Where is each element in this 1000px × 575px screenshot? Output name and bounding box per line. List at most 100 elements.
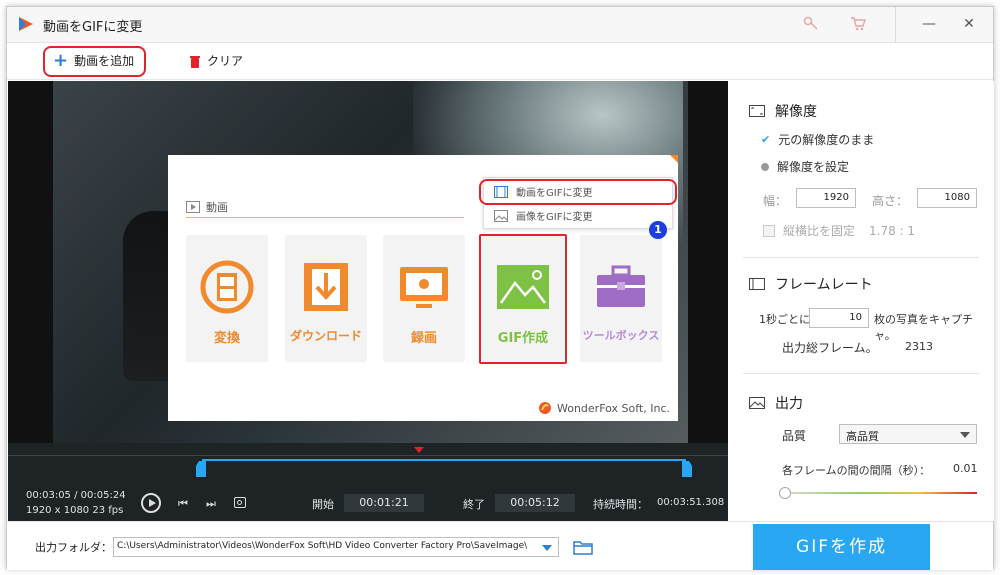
quality-value: 高品質	[846, 430, 879, 443]
corner-tab	[670, 155, 678, 163]
height-label: 高さ：	[872, 194, 909, 208]
section-divider	[186, 217, 464, 218]
minimize-button[interactable]: —	[914, 13, 944, 35]
check-icon: ✔	[761, 133, 771, 146]
main-menu-panel: 動画 変換 ダウンロード 録画 GIF作成 ツールボックス 動画をGIFに変更 …	[168, 155, 678, 421]
keep-original-option[interactable]: ✔ 元の解像度のまま	[761, 131, 874, 148]
quality-select[interactable]: 高品質	[839, 424, 977, 444]
trash-icon	[190, 55, 200, 68]
clear-button[interactable]: クリア	[189, 52, 243, 69]
duration-value: 00:03:51.308	[657, 497, 725, 508]
bottom-bar: 出力フォルダ： C:\Users\Administrator\Videos\Wo…	[7, 521, 993, 570]
highlight-video-to-gif	[479, 179, 677, 205]
keep-original-label: 元の解像度のまま	[778, 133, 875, 147]
start-label: 開始	[312, 498, 334, 511]
brand-footer: WonderFox Soft, Inc.	[538, 401, 670, 415]
ratio-value: 1.78 : 1	[869, 223, 916, 238]
tile-convert-label: 変換	[213, 331, 240, 346]
lock-ratio-checkbox[interactable]	[763, 224, 775, 237]
selection-range	[202, 459, 686, 461]
tile-download-label: ダウンロード	[289, 329, 362, 343]
toolbox-icon	[597, 265, 645, 307]
width-input[interactable]: 1920	[796, 188, 856, 208]
download-icon	[304, 263, 348, 311]
video-preview[interactable]: 動画 変換 ダウンロード 録画 GIF作成 ツールボックス 動画をGIFに変更 …	[8, 81, 728, 443]
toolbar: + 動画を追加 2 クリア	[7, 44, 993, 104]
film-icon	[186, 201, 200, 213]
video-section-label: 動画	[206, 201, 228, 214]
folder-icon[interactable]	[573, 540, 593, 555]
timeline-track	[8, 455, 728, 456]
snapshot-icon[interactable]	[234, 497, 246, 508]
tile-toolbox[interactable]: ツールボックス	[580, 235, 662, 362]
highlight-add-video	[43, 46, 146, 77]
resolution-title: 解像度	[775, 104, 817, 120]
playhead-marker[interactable]	[414, 447, 424, 453]
menu-image-to-gif[interactable]: 画像をGIFに変更	[494, 208, 592, 223]
tile-download[interactable]: ダウンロード	[285, 235, 367, 362]
trim-start-handle[interactable]	[196, 461, 206, 477]
end-time-input[interactable]: 00:05:12	[495, 494, 575, 512]
output-folder-label: 出力フォルダ：	[35, 541, 112, 554]
set-resolution-label: 解像度を設定	[777, 160, 850, 174]
highlight-gif-tile	[479, 234, 567, 364]
chevron-down-icon	[960, 432, 970, 438]
play-icon	[149, 499, 156, 507]
current-time: 00:03:05 / 00:05:24	[26, 490, 126, 501]
window-title: 動画をGIFに変更	[43, 20, 143, 35]
settings-panel: 解像度 ✔ 元の解像度のまま 解像度を設定 幅： 1920 高さ： 1080 縦…	[729, 81, 994, 521]
fps-input[interactable]: 10	[809, 308, 869, 328]
per-second-suffix: 枚の写真をキャプチャ。	[874, 313, 973, 342]
player-controls: 00:03:05 / 00:05:24 1920 x 1080 23 fps ⏮…	[8, 443, 728, 521]
resolution-header: 解像度	[749, 101, 817, 121]
convert-icon	[200, 260, 254, 314]
interval-slider-handle[interactable]	[779, 487, 791, 499]
divider-1	[743, 257, 979, 258]
width-label: 幅：	[763, 194, 788, 208]
next-frame-icon[interactable]: ⏭	[206, 497, 216, 511]
cart-icon[interactable]	[849, 15, 867, 33]
output-image-icon	[749, 397, 765, 409]
create-gif-button[interactable]: GIFを作成	[753, 524, 930, 570]
radio-dot-icon	[761, 162, 769, 171]
brand-name: WonderFox Soft, Inc.	[557, 401, 670, 415]
camera-lens	[237, 500, 242, 505]
close-button[interactable]: ✕	[954, 13, 984, 35]
title-bar: 動画をGIFに変更 — ✕	[7, 7, 993, 43]
trim-end-handle[interactable]	[682, 461, 692, 477]
title-divider	[895, 7, 896, 43]
interval-slider-track[interactable]	[785, 492, 977, 494]
key-icon[interactable]	[802, 15, 820, 33]
duration-label: 持続時間：	[593, 498, 648, 511]
step-badge-1: 1	[649, 221, 667, 239]
lock-ratio-label: 縦横比を固定	[783, 224, 856, 238]
height-input[interactable]: 1080	[917, 188, 977, 208]
app-logo-icon	[19, 17, 33, 31]
play-button[interactable]	[141, 493, 161, 513]
interval-value: 0.01	[953, 462, 978, 475]
tile-toolbox-label: ツールボックス	[582, 329, 660, 342]
tile-convert[interactable]: 変換	[186, 235, 268, 362]
set-resolution-option[interactable]: 解像度を設定	[761, 158, 849, 175]
end-label: 終了	[463, 498, 485, 511]
menu-image-to-gif-label: 画像をGIFに変更	[516, 212, 593, 223]
output-title: 出力	[775, 396, 803, 412]
per-second-prefix: 1秒ごとに	[759, 313, 810, 326]
framerate-icon	[749, 278, 765, 290]
tile-record[interactable]: 録画	[383, 235, 465, 362]
total-frames-value: 2313	[905, 340, 933, 353]
video-section-header: 動画	[186, 199, 228, 215]
resolution-fps: 1920 x 1080 23 fps	[26, 505, 124, 516]
total-frames-label: 出力総フレーム。	[782, 341, 878, 355]
image-icon	[494, 209, 508, 222]
resolution-icon	[749, 105, 765, 117]
clear-label: クリア	[207, 54, 244, 68]
prev-frame-icon[interactable]: ⏮	[178, 497, 188, 511]
start-time-input[interactable]: 00:01:21	[344, 494, 424, 512]
record-icon	[400, 267, 448, 308]
app-window: 動画をGIFに変更 — ✕ + 動画を追加 2 クリア	[6, 6, 994, 570]
output-folder-select[interactable]: C:\Users\Administrator\Videos\WonderFox …	[113, 537, 559, 557]
lock-ratio-option[interactable]: 縦横比を固定 1.78 : 1	[763, 222, 915, 239]
framerate-header: フレームレート	[749, 274, 873, 294]
output-header: 出力	[749, 393, 803, 413]
